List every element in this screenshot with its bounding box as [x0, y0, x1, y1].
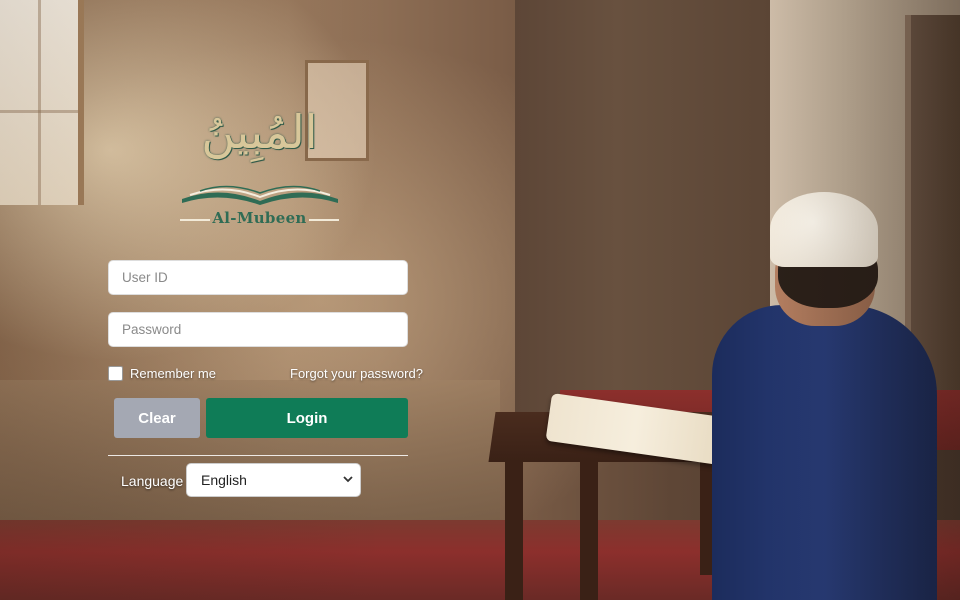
forgot-password-link[interactable]: Forgot your password?	[290, 366, 423, 381]
divider	[108, 455, 408, 456]
app-logo: المُبِينُ Al-Mubeen	[172, 105, 347, 230]
remember-me-checkbox[interactable]	[108, 366, 123, 381]
remember-me[interactable]: Remember me	[108, 366, 216, 381]
language-label: Language	[121, 473, 184, 489]
login-button[interactable]: Login	[206, 398, 408, 438]
logo-arabic-text: المُبِينُ	[201, 105, 318, 159]
background-image	[0, 0, 960, 600]
password-input[interactable]	[108, 312, 408, 347]
vignette	[0, 0, 960, 600]
language-select[interactable]: English	[186, 463, 361, 497]
open-book-icon	[182, 185, 338, 205]
logo-name: Al-Mubeen	[212, 209, 307, 227]
language-selected-value: English	[201, 472, 247, 488]
user-id-input[interactable]	[108, 260, 408, 295]
chevron-down-icon	[343, 476, 353, 483]
remember-me-label: Remember me	[130, 366, 216, 381]
clear-button[interactable]: Clear	[114, 398, 200, 438]
logo-rule-right	[309, 219, 339, 221]
